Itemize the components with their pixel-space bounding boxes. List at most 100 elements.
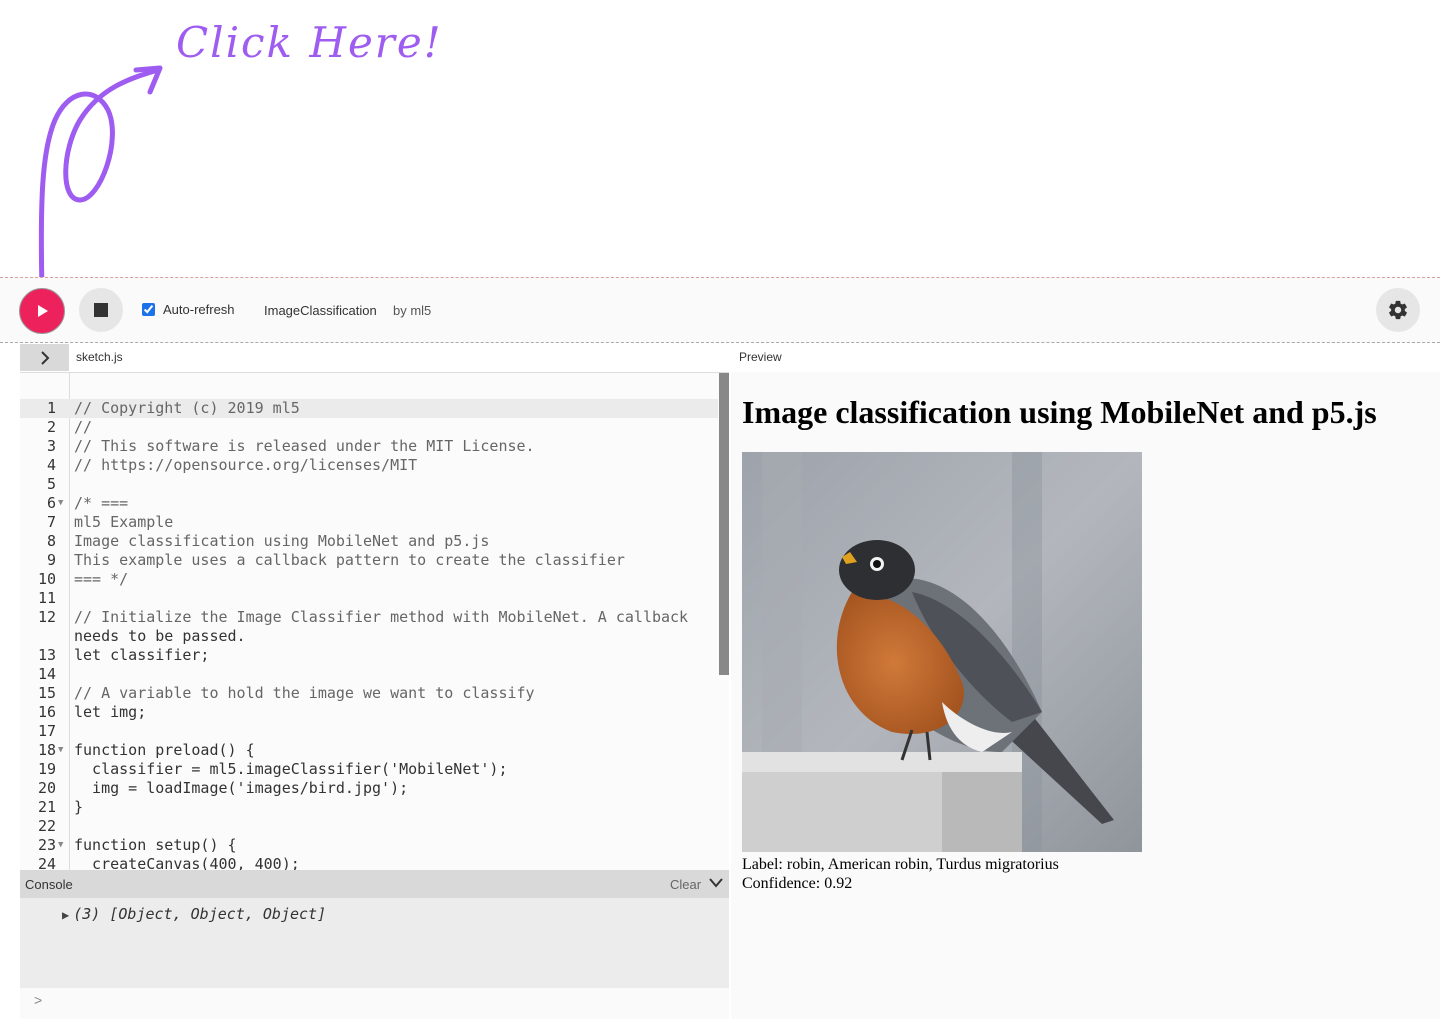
code-line[interactable]: 18 ▼ function preload() {	[20, 741, 718, 760]
line-number: 19	[37, 760, 56, 778]
code-line[interactable]: 21}	[20, 798, 718, 817]
line-number: 3	[46, 437, 56, 455]
prediction-label: Label: robin, American robin, Turdus mig…	[742, 856, 1059, 873]
settings-button[interactable]	[1376, 288, 1420, 332]
code-line[interactable]: 10 === */	[20, 570, 718, 589]
click-here-text: Click Here!	[176, 18, 443, 67]
fold-arrow-icon[interactable]: ▼	[58, 836, 63, 855]
code-text: This example uses a callback pattern to …	[74, 551, 625, 569]
code-text: function preload() {	[74, 741, 255, 759]
line-number: 14	[37, 665, 56, 683]
line-number: 1	[46, 399, 56, 417]
line-number: 15	[37, 684, 56, 702]
console-output: ▶ (3) [Object, Object, Object]	[20, 898, 729, 988]
code-line[interactable]: 11	[20, 589, 718, 608]
code-line[interactable]: 15 // A variable to hold the image we wan…	[20, 684, 718, 703]
line-number: 18	[37, 741, 56, 759]
chevron-right-icon	[40, 350, 49, 365]
line-number: 11	[37, 589, 56, 607]
line-number: 16	[37, 703, 56, 721]
console-prompt-icon: >	[34, 992, 43, 1008]
line-number: 5	[46, 475, 56, 493]
line-number: 23	[37, 836, 56, 854]
code-lines: 1 // Copyright (c) 2019 ml5 2 // 3 // This so…	[20, 399, 718, 870]
line-number: 13	[37, 646, 56, 664]
code-line[interactable]: 9 This example uses a callback pattern to…	[20, 551, 718, 570]
code-text: Image classification using MobileNet and…	[74, 532, 490, 550]
stop-icon	[94, 303, 108, 317]
code-text: function setup() {	[74, 836, 237, 854]
code-line[interactable]: 17	[20, 722, 718, 741]
code-editor[interactable]: 1 // Copyright (c) 2019 ml5 2 // 3 // This so…	[20, 372, 729, 870]
code-text: // Initialize the Image Classifier metho…	[74, 608, 689, 626]
line-number: 7	[46, 513, 56, 531]
preview-heading: Image classification using MobileNet and…	[742, 394, 1377, 430]
console-input[interactable]: >	[20, 988, 729, 1019]
code-line[interactable]: 7 ml5 Example	[20, 513, 718, 532]
line-number: 10	[37, 570, 56, 588]
chevron-down-icon[interactable]	[708, 876, 724, 890]
code-line[interactable]: 22	[20, 817, 718, 836]
code-line[interactable]: 8 Image classification using MobileNet an…	[20, 532, 718, 551]
console-log-entry[interactable]: ▶ (3) [Object, Object, Object]	[62, 905, 326, 923]
auto-refresh-toggle[interactable]: Auto-refresh	[142, 302, 235, 317]
code-text: let img;	[74, 703, 147, 721]
line-number: 12	[37, 608, 56, 626]
code-text: needs to be passed.	[74, 627, 246, 645]
editor-scrollbar[interactable]	[719, 373, 729, 675]
console-header: Console Clear	[20, 870, 729, 898]
code-line[interactable]: 24 createCanvas(400, 400);	[20, 855, 718, 870]
code-text: let classifier;	[74, 646, 210, 664]
code-line[interactable]: 12 // Initialize the Image Classifier met…	[20, 608, 718, 627]
line-number: 24	[37, 855, 56, 870]
code-line[interactable]: 16 let img;	[20, 703, 718, 722]
fold-arrow-icon[interactable]: ▼	[58, 741, 63, 760]
code-text: // https://opensource.org/licenses/MIT	[74, 456, 418, 474]
robin-image	[742, 452, 1142, 852]
code-line[interactable]: 13 let classifier;	[20, 646, 718, 665]
code-text: createCanvas(400, 400);	[74, 855, 300, 870]
code-line[interactable]: 1 // Copyright (c) 2019 ml5	[20, 399, 718, 418]
code-line[interactable]: 2 //	[20, 418, 718, 437]
code-text: }	[74, 798, 84, 816]
console-log-text: (3) [Object, Object, Object]	[73, 905, 327, 923]
auto-refresh-checkbox[interactable]	[142, 303, 155, 316]
code-text: // This software is released under the M…	[74, 437, 535, 455]
sidebar-toggle-button[interactable]	[20, 344, 69, 371]
console-clear-button[interactable]: Clear	[670, 877, 701, 892]
code-line[interactable]: 14	[20, 665, 718, 684]
play-icon	[38, 305, 48, 317]
line-number: 8	[46, 532, 56, 550]
file-tab-sketch[interactable]: sketch.js	[76, 350, 123, 364]
expand-triangle-icon[interactable]: ▶	[62, 908, 69, 922]
line-number: 20	[37, 779, 56, 797]
line-number: 9	[46, 551, 56, 569]
code-text: // Copyright (c) 2019 ml5	[74, 399, 300, 417]
line-number: 17	[37, 722, 56, 740]
fold-arrow-icon[interactable]: ▼	[58, 494, 63, 513]
preview-pane: Image classification using MobileNet and…	[731, 372, 1440, 1019]
code-line[interactable]: 20 img = loadImage('images/bird.jpg');	[20, 779, 718, 798]
preview-label: Preview	[739, 350, 782, 364]
code-line[interactable]: 5	[20, 475, 718, 494]
line-number: 2	[46, 418, 56, 436]
gear-icon	[1389, 300, 1407, 320]
project-author[interactable]: by ml5	[393, 303, 431, 318]
line-number: 4	[46, 456, 56, 474]
stop-button[interactable]	[79, 288, 123, 332]
code-line[interactable]: 4 // https://opensource.org/licenses/MIT	[20, 456, 718, 475]
code-text: /* ===	[74, 494, 129, 512]
code-text: ml5 Example	[74, 513, 174, 531]
code-line[interactable]: 6 ▼ /* ===	[20, 494, 718, 513]
line-number: 21	[37, 798, 56, 816]
line-number: 6	[46, 494, 56, 512]
code-line[interactable]: 19 classifier = ml5.imageClassifier('Mob…	[20, 760, 718, 779]
console-title: Console	[25, 877, 73, 892]
code-text: //	[74, 418, 93, 436]
code-line[interactable]: 23 ▼ function setup() {	[20, 836, 718, 855]
project-name[interactable]: ImageClassification	[264, 303, 377, 318]
play-button[interactable]	[19, 288, 65, 334]
code-line[interactable]: 3 // This software is released under the …	[20, 437, 718, 456]
annotation-area: Click Here!	[0, 0, 1440, 278]
code-line[interactable]: needs to be passed.	[20, 627, 718, 646]
